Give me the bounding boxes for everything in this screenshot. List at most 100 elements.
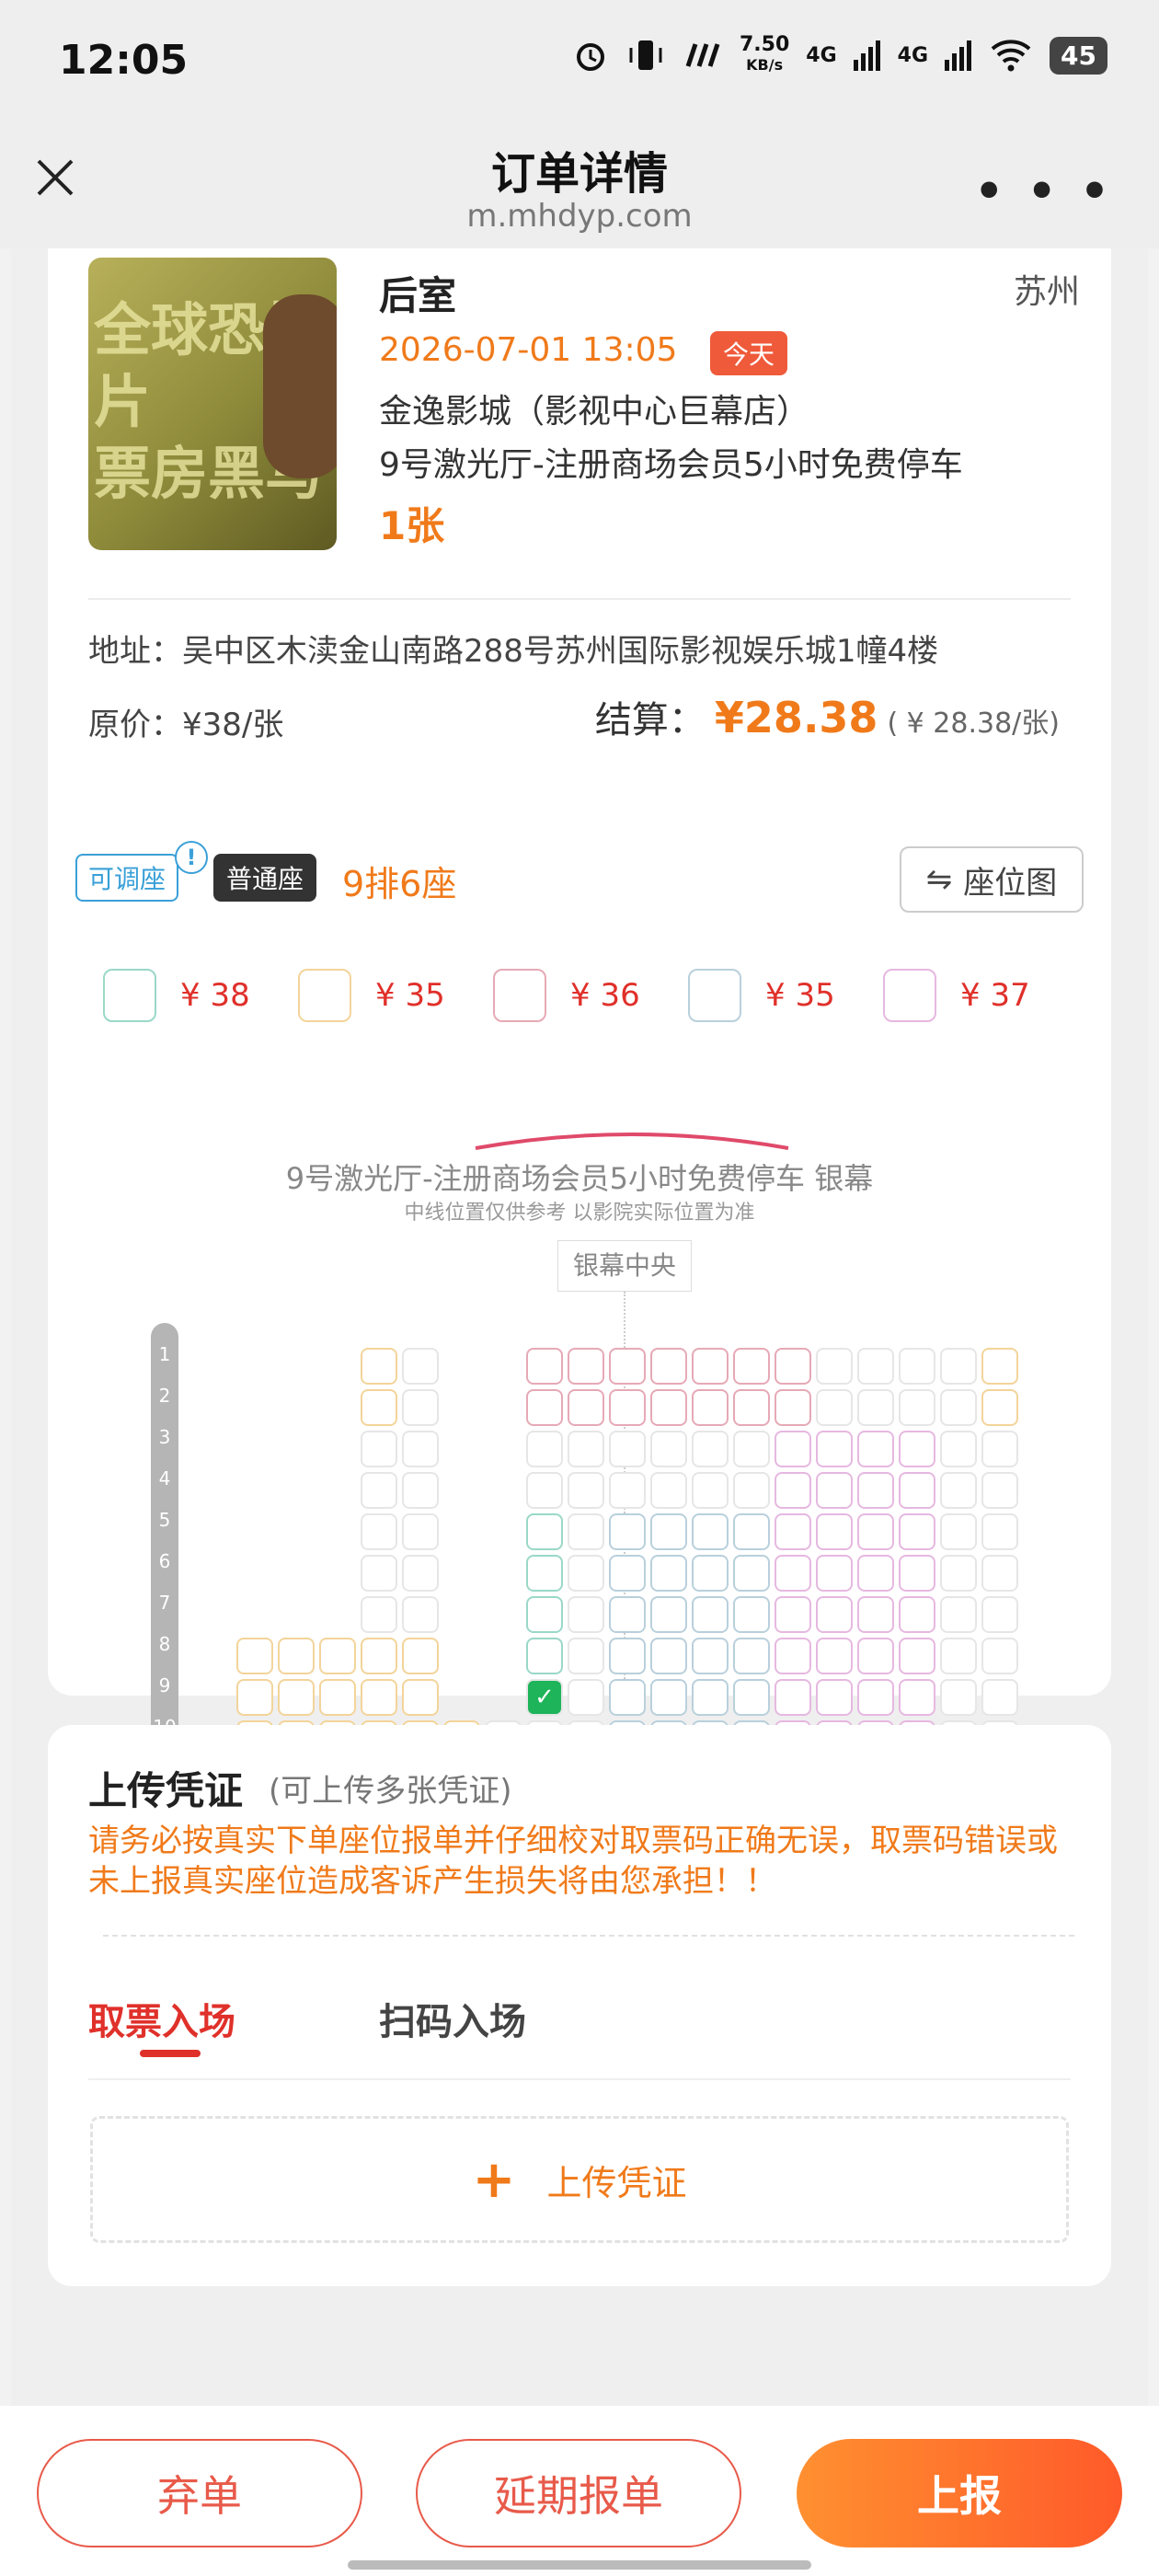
seat[interactable] — [609, 1555, 646, 1592]
seat[interactable] — [816, 1348, 853, 1385]
upload-dropzone[interactable]: + 上传凭证 — [90, 2116, 1069, 2243]
seat[interactable] — [402, 1555, 439, 1592]
seat[interactable] — [899, 1596, 935, 1633]
seat[interactable] — [899, 1472, 935, 1509]
seat[interactable] — [692, 1638, 729, 1674]
seat[interactable] — [568, 1638, 604, 1674]
seat[interactable] — [650, 1348, 687, 1385]
seat[interactable] — [733, 1472, 770, 1509]
seat[interactable] — [940, 1596, 977, 1633]
seat[interactable] — [361, 1389, 397, 1426]
seat[interactable] — [526, 1472, 563, 1509]
seat[interactable] — [733, 1638, 770, 1674]
seat[interactable] — [361, 1638, 397, 1674]
seat[interactable] — [692, 1472, 729, 1509]
seat[interactable] — [775, 1555, 811, 1592]
seat[interactable] — [361, 1679, 397, 1716]
seat[interactable] — [650, 1513, 687, 1550]
delay-report-button[interactable]: 延期报单 — [416, 2439, 741, 2547]
seat[interactable] — [857, 1596, 894, 1633]
seat[interactable] — [816, 1638, 853, 1674]
seat[interactable] — [319, 1638, 356, 1674]
seat[interactable] — [568, 1555, 604, 1592]
seat[interactable] — [857, 1638, 894, 1674]
seat[interactable] — [650, 1389, 687, 1426]
tab-ticket-entry[interactable]: 取票入场 — [88, 1992, 235, 2045]
seat[interactable] — [568, 1513, 604, 1550]
seat[interactable] — [816, 1596, 853, 1633]
more-menu-icon[interactable]: • • • — [974, 165, 1113, 218]
seat[interactable] — [733, 1389, 770, 1426]
seat[interactable] — [609, 1431, 646, 1467]
seat[interactable] — [816, 1679, 853, 1716]
seat[interactable] — [940, 1348, 977, 1385]
seat[interactable] — [609, 1389, 646, 1426]
seat[interactable] — [940, 1513, 977, 1550]
tab-scan-entry[interactable]: 扫码入场 — [379, 1992, 526, 2045]
seat[interactable] — [733, 1555, 770, 1592]
seat[interactable] — [692, 1596, 729, 1633]
seat[interactable] — [857, 1431, 894, 1467]
seat[interactable] — [857, 1389, 894, 1426]
seat[interactable] — [899, 1348, 935, 1385]
seat[interactable] — [361, 1596, 397, 1633]
seat[interactable] — [857, 1679, 894, 1716]
seat[interactable] — [650, 1679, 687, 1716]
seat[interactable] — [402, 1389, 439, 1426]
order-content[interactable]: 全球恐怖片 票房黑马 后室 苏州 2026-07-01 13:05 今天 金逸影城… — [11, 248, 1148, 2406]
seat[interactable] — [733, 1513, 770, 1550]
seat[interactable] — [940, 1555, 977, 1592]
seat[interactable] — [816, 1431, 853, 1467]
seat[interactable] — [568, 1389, 604, 1426]
seat[interactable] — [775, 1472, 811, 1509]
seat[interactable] — [899, 1513, 935, 1550]
seat[interactable] — [650, 1472, 687, 1509]
seat[interactable] — [361, 1555, 397, 1592]
seat[interactable] — [981, 1638, 1018, 1674]
seat[interactable] — [278, 1679, 315, 1716]
seat[interactable] — [609, 1513, 646, 1550]
seat[interactable] — [857, 1348, 894, 1385]
seat[interactable] — [692, 1389, 729, 1426]
seat[interactable] — [361, 1513, 397, 1550]
seat[interactable] — [568, 1348, 604, 1385]
seat[interactable] — [899, 1555, 935, 1592]
seat[interactable] — [775, 1513, 811, 1550]
seat[interactable] — [526, 1596, 563, 1633]
seat[interactable] — [981, 1679, 1018, 1716]
seat[interactable] — [568, 1596, 604, 1633]
report-button[interactable]: 上报 — [797, 2439, 1122, 2547]
seat[interactable] — [692, 1431, 729, 1467]
seat[interactable] — [981, 1431, 1018, 1467]
seat[interactable] — [692, 1513, 729, 1550]
seat[interactable] — [733, 1431, 770, 1467]
seat[interactable] — [692, 1679, 729, 1716]
seat[interactable] — [692, 1348, 729, 1385]
seat[interactable] — [940, 1431, 977, 1467]
seat[interactable] — [981, 1348, 1018, 1385]
seat[interactable] — [402, 1348, 439, 1385]
seat[interactable] — [733, 1596, 770, 1633]
seat[interactable] — [816, 1513, 853, 1550]
seat[interactable] — [857, 1472, 894, 1509]
seat[interactable] — [775, 1389, 811, 1426]
seat[interactable] — [402, 1638, 439, 1674]
seat[interactable] — [775, 1638, 811, 1674]
seat[interactable] — [568, 1431, 604, 1467]
seat[interactable] — [940, 1472, 977, 1509]
seat[interactable] — [692, 1555, 729, 1592]
seat[interactable] — [526, 1638, 563, 1674]
seat[interactable] — [981, 1555, 1018, 1592]
seat[interactable] — [609, 1638, 646, 1674]
seat[interactable] — [940, 1679, 977, 1716]
seat[interactable] — [609, 1679, 646, 1716]
seat[interactable] — [402, 1472, 439, 1509]
seat[interactable] — [899, 1679, 935, 1716]
seat[interactable] — [361, 1348, 397, 1385]
seat[interactable] — [733, 1679, 770, 1716]
seat[interactable] — [857, 1555, 894, 1592]
seat[interactable] — [361, 1431, 397, 1467]
seat[interactable] — [981, 1513, 1018, 1550]
seat[interactable] — [526, 1389, 563, 1426]
seat[interactable] — [775, 1679, 811, 1716]
